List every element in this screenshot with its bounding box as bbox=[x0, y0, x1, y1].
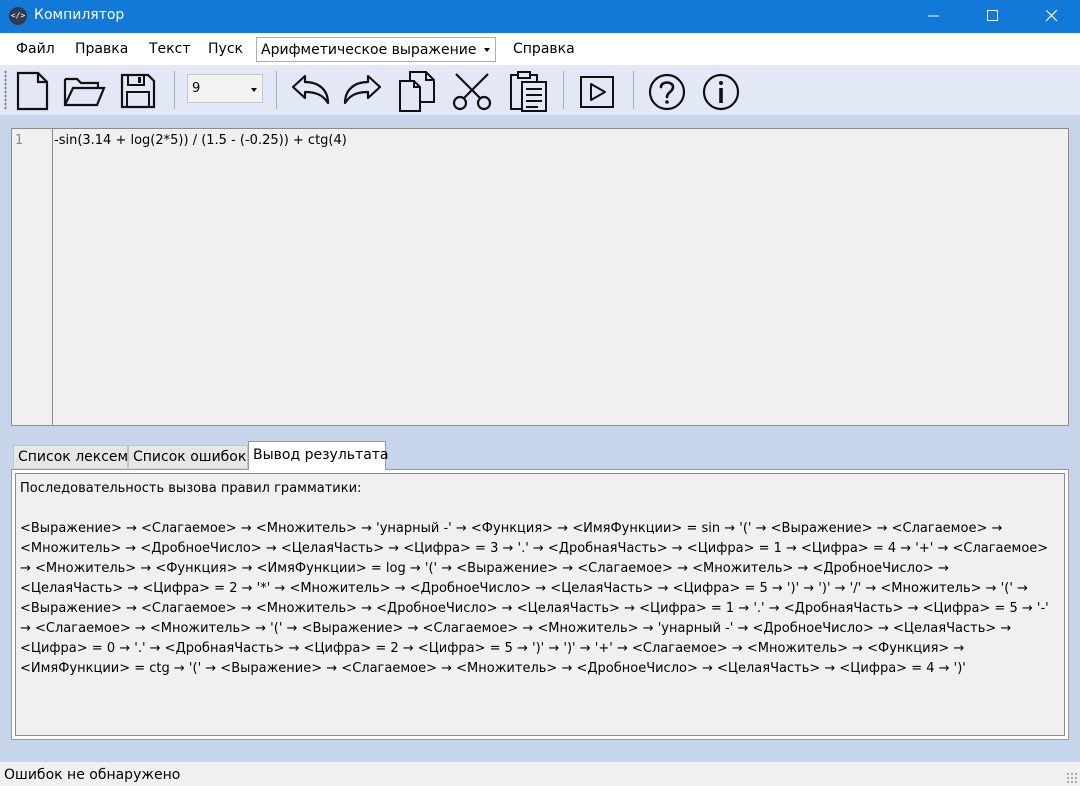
cut-scissors-icon bbox=[452, 73, 492, 111]
close-button[interactable] bbox=[1029, 0, 1075, 33]
tab-output[interactable]: Вывод результата bbox=[248, 441, 389, 470]
maximize-button[interactable] bbox=[970, 0, 1016, 33]
about-button[interactable] bbox=[699, 69, 743, 113]
tab-errors[interactable]: Список ошибок bbox=[128, 445, 248, 468]
output-text: Последовательность вызова правил граммат… bbox=[20, 479, 1060, 679]
paste-clipboard-icon bbox=[510, 71, 547, 112]
font-size-value: 9 bbox=[192, 81, 201, 96]
output-line: <ЦелаяЧасть> → <Цифра> = 2 → '*' → <Множ… bbox=[20, 581, 1028, 596]
cut-button[interactable] bbox=[450, 69, 494, 113]
tab-lexemes[interactable]: Список лексем bbox=[13, 445, 128, 468]
line-number-gutter: 1 bbox=[12, 129, 53, 425]
maximize-icon bbox=[987, 10, 998, 21]
copy-button[interactable] bbox=[396, 69, 440, 113]
menu-file[interactable]: Файл bbox=[16, 41, 55, 57]
code-editor[interactable]: 1 -sin(3.14 + log(2*5)) / (1.5 - (-0.25)… bbox=[11, 128, 1069, 426]
close-icon bbox=[1046, 10, 1058, 22]
output-line: <Выражение> → <Слагаемое> → <Множитель> … bbox=[20, 521, 1003, 536]
font-size-select[interactable]: 9 bbox=[187, 74, 263, 103]
app-code-icon: </> bbox=[9, 7, 27, 25]
run-button[interactable] bbox=[575, 69, 619, 113]
run-play-icon bbox=[580, 76, 614, 108]
window-title: Компилятор bbox=[34, 7, 125, 23]
toolbar-separator bbox=[276, 71, 277, 109]
toolbar-separator bbox=[563, 71, 564, 109]
line-number: 1 bbox=[15, 133, 24, 148]
redo-icon bbox=[343, 74, 382, 105]
grammar-select[interactable]: Арифметическое выражение bbox=[256, 37, 496, 62]
toolbar-separator bbox=[174, 71, 175, 109]
menu-text[interactable]: Текст bbox=[149, 41, 190, 57]
output-line: <Цифра> = 0 → '.' → <ДробнаяЧасть> → <Ци… bbox=[20, 641, 965, 656]
save-disk-icon bbox=[120, 73, 156, 109]
minimize-button[interactable] bbox=[911, 0, 957, 33]
output-textbox[interactable]: Последовательность вызова правил граммат… bbox=[15, 473, 1065, 736]
chevron-down-icon bbox=[484, 48, 490, 52]
output-line: <Множитель> → <ДробноеЧисло> → <ЦелаяЧас… bbox=[20, 541, 1049, 556]
output-line: → <Множитель> → <Функция> → <ИмяФункции>… bbox=[20, 561, 949, 576]
resize-grip[interactable] bbox=[1066, 772, 1078, 784]
new-file-icon bbox=[16, 71, 49, 111]
redo-button[interactable] bbox=[341, 69, 385, 113]
menu-help[interactable]: Справка bbox=[513, 41, 575, 57]
title-bar: </> Компилятор bbox=[0, 0, 1080, 33]
help-button[interactable] bbox=[645, 69, 689, 113]
output-line: → <Слагаемое> → <Множитель> → '(' → <Выр… bbox=[20, 621, 1012, 636]
grammar-select-value: Арифметическое выражение bbox=[261, 42, 477, 58]
output-line: Последовательность вызова правил граммат… bbox=[20, 481, 362, 496]
output-line: <Выражение> → <Слагаемое> → <Множитель> … bbox=[20, 601, 1049, 616]
open-file-button[interactable] bbox=[62, 69, 106, 113]
chevron-down-icon bbox=[251, 88, 257, 92]
status-text: Ошибок не обнаружено bbox=[4, 767, 181, 783]
menu-bar: Файл Правка Текст Пуск Справка bbox=[0, 33, 1080, 65]
menu-edit[interactable]: Правка bbox=[75, 41, 128, 57]
toolbar-separator bbox=[633, 71, 634, 109]
status-bar: Ошибок не обнаружено bbox=[0, 762, 1080, 786]
save-file-button[interactable] bbox=[116, 69, 160, 113]
minimize-icon bbox=[928, 15, 939, 17]
toolbar-grip bbox=[4, 70, 7, 110]
open-folder-icon bbox=[63, 77, 106, 107]
help-question-icon bbox=[648, 73, 686, 111]
code-line[interactable]: -sin(3.14 + log(2*5)) / (1.5 - (-0.25)) … bbox=[54, 133, 347, 148]
copy-icon bbox=[399, 71, 435, 112]
paste-button[interactable] bbox=[506, 69, 550, 113]
undo-button[interactable] bbox=[288, 69, 332, 113]
output-line: <ИмяФункции> = ctg → '(' → <Выражение> →… bbox=[20, 661, 966, 676]
toolbar: 9 bbox=[0, 65, 1080, 116]
output-panel: Последовательность вызова правил граммат… bbox=[11, 469, 1069, 740]
menu-run[interactable]: Пуск bbox=[208, 41, 243, 57]
undo-icon bbox=[291, 74, 330, 105]
new-file-button[interactable] bbox=[10, 69, 54, 113]
info-icon bbox=[702, 73, 740, 111]
